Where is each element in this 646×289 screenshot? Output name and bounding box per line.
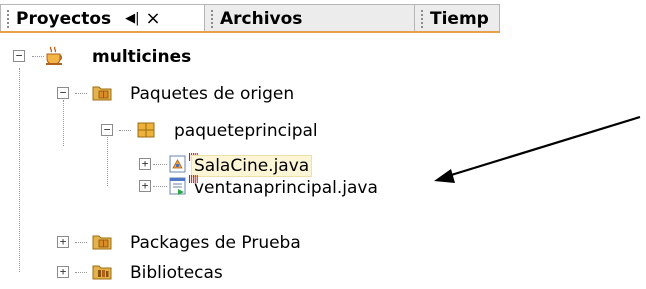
tab-proyectos-label: Proyectos	[16, 8, 112, 29]
collapse-icon[interactable]: −	[57, 87, 69, 99]
expand-icon[interactable]: +	[139, 158, 151, 170]
tree-connector	[75, 272, 87, 273]
close-icon[interactable]: ×	[146, 8, 161, 29]
tree-node-label: Paquetes de origen	[130, 84, 295, 104]
tree-connector	[75, 93, 87, 94]
tree-node-label: SalaCine.java	[190, 155, 313, 177]
package-folder-icon	[92, 235, 112, 250]
expand-icon[interactable]: +	[57, 236, 69, 248]
tree-connector	[107, 128, 108, 186]
coffee-cup-icon	[46, 46, 62, 65]
tree-connector	[75, 242, 87, 243]
tab-tiempo-label: Tiemp	[430, 8, 489, 29]
tab-archivos-label: Archivos	[220, 8, 303, 29]
tree-connector	[153, 186, 167, 187]
tree-connector	[153, 164, 167, 165]
tab-grip	[211, 9, 216, 28]
tree-node-label: paqueteprincipal	[174, 121, 318, 141]
tab-grip	[421, 9, 426, 28]
active-tab-indicator	[0, 31, 500, 33]
java-form-icon	[169, 177, 186, 195]
tree-connector	[119, 130, 131, 131]
tab-proyectos[interactable]: Proyectos ◀| ×	[0, 4, 205, 32]
tree-node-label: Bibliotecas	[130, 263, 223, 283]
tree-node-label: multicines	[92, 47, 192, 67]
tree-node-label: ventanaprincipal.java	[194, 178, 378, 198]
tab-archivos[interactable]: Archivos	[205, 4, 415, 32]
package-folder-icon	[92, 86, 112, 101]
tree-connector	[32, 56, 44, 57]
tab-grip	[7, 9, 12, 28]
tree-node-label: Packages de Prueba	[130, 233, 301, 253]
tab-tiempo[interactable]: Tiemp	[415, 4, 500, 32]
tree-connector	[19, 68, 20, 272]
tree-connector	[63, 100, 64, 146]
expand-icon[interactable]: +	[139, 180, 151, 192]
project-tree: − multicines − Paquetes de origen − paqu…	[0, 36, 500, 289]
expand-icon[interactable]: +	[57, 266, 69, 278]
java-class-icon	[169, 155, 186, 173]
collapse-icon[interactable]: −	[101, 124, 113, 136]
library-folder-icon	[92, 265, 112, 280]
minimize-icon[interactable]: ◀|	[125, 11, 139, 26]
explorer-tab-strip: Proyectos ◀| × Archivos Tiemp	[0, 0, 500, 36]
collapse-icon[interactable]: −	[13, 50, 25, 62]
package-icon	[137, 122, 155, 138]
